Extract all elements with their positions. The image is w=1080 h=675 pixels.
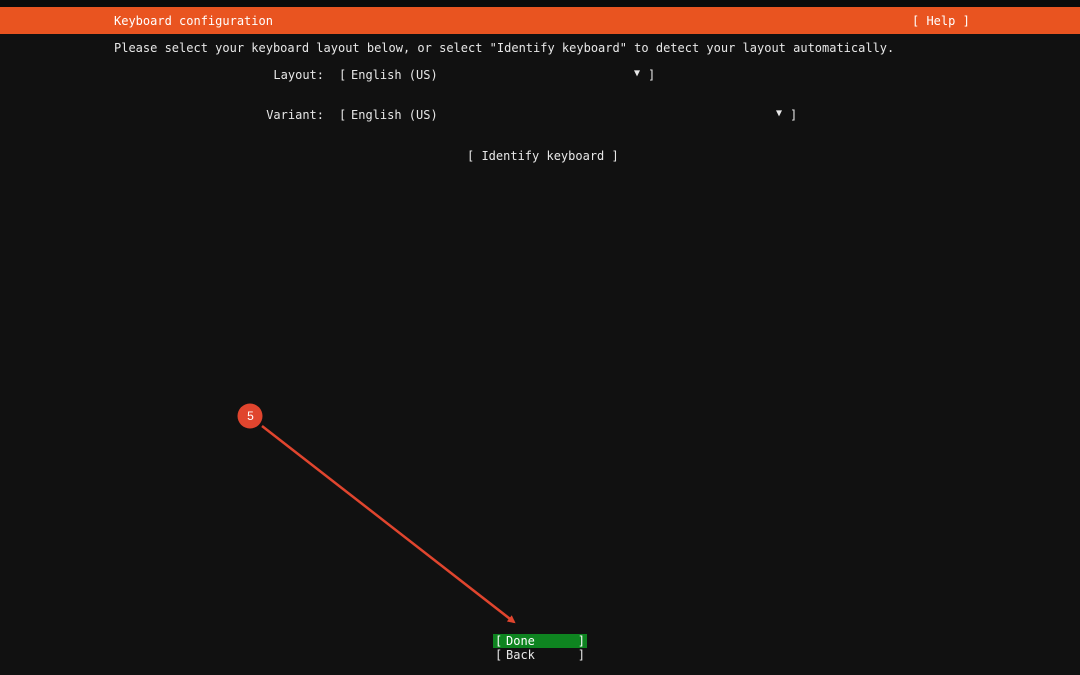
back-open-bracket: [ [495,648,503,662]
header-bar: Keyboard configuration [ Help ] [0,7,1080,34]
variant-label: Variant: [266,108,324,122]
layout-select[interactable]: [ English (US) ▼ ] [339,68,655,84]
chevron-down-icon: ▼ [634,68,641,79]
page-title: Keyboard configuration [114,14,273,28]
back-button[interactable]: [ Back ] [493,648,587,662]
help-button[interactable]: [ Help ] [912,14,970,28]
layout-open-bracket: [ [339,68,347,82]
instructions-text: Please select your keyboard layout below… [114,41,895,55]
done-open-bracket: [ [495,634,503,648]
back-close-bracket: ] [577,648,585,662]
step-badge-number: 5 [247,409,254,423]
done-label: Done [506,634,535,648]
annotation-arrow [261,425,516,624]
top-strip [0,0,1080,7]
layout-close-bracket: ] [648,68,656,82]
done-button[interactable]: [ Done ] [493,634,587,648]
back-label: Back [506,648,535,662]
layout-label: Layout: [273,68,324,82]
variant-close-bracket: ] [790,108,798,122]
chevron-down-icon: ▼ [776,108,783,119]
variant-value: English (US) [351,108,438,122]
layout-value: English (US) [351,68,438,82]
variant-select[interactable]: [ English (US) ▼ ] [339,108,797,124]
identify-keyboard-button[interactable]: [ Identify keyboard ] [467,149,619,163]
annotation-overlay [237,403,516,624]
variant-open-bracket: [ [339,108,347,122]
done-close-bracket: ] [577,634,585,648]
